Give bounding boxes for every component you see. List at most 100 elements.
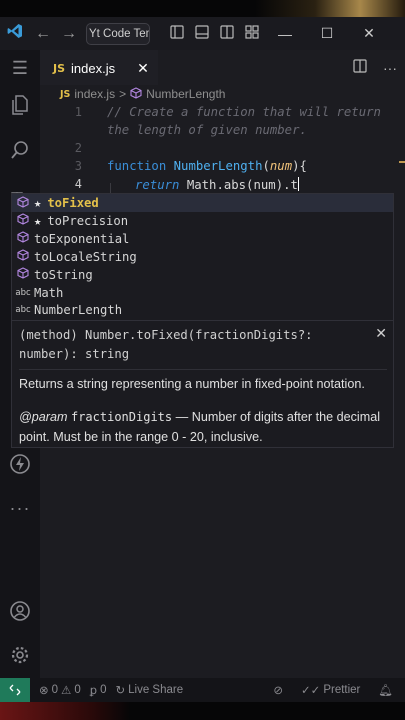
suggestion-details: (method) Number.toFixed(fractionDigits?:… [11,320,394,448]
close-details-icon[interactable]: ✕ [375,325,387,342]
member-access: ).t [275,178,298,192]
error-icon: ⊗ [39,685,49,697]
suggestion-label: NumberLength [34,303,123,318]
js-file-icon: JS [60,88,71,100]
tab-index-js[interactable]: JS index.js ✕ [40,50,158,85]
math-abs-call: Math.abs( [179,178,254,192]
editor-actions: ··· [353,50,397,85]
param-name: fractionDigits [70,410,173,424]
param-num: num [269,159,293,173]
details-divider [19,369,387,370]
tab-label: index.js [71,60,116,76]
star-icon: ★ [34,213,42,228]
vscode-logo-icon [0,23,30,44]
arrow-right-icon[interactable]: → [56,25,82,43]
status-bar: ⊗ 0 ⚠ 0 ꝑ 0 ↻ Live Share ⊘ ✓✓ Prettier 🔔… [0,678,405,702]
overview-ruler-marker [399,161,405,163]
suggestion-item[interactable]: abc NumberLength [12,301,393,319]
method-signature: (method) Number.toFixed(fractionDigits?:… [19,328,313,361]
line-number: 4 [74,177,82,191]
warning-icon: ⚠ [61,685,72,697]
background-decoration [0,702,130,720]
line-number: 2 [74,141,82,155]
suggestion-label: toString [34,267,93,282]
live-share-label: Live Share [128,684,184,696]
suggestion-widget[interactable]: ★ toFixed ★ toPrecision toExponential toLocal… [11,193,394,320]
thunder-client-icon[interactable] [0,453,40,480]
more-actions-icon[interactable]: ··· [383,60,397,76]
editor-tabs: JS index.js ✕ ··· [40,50,405,85]
problems-indicator[interactable]: ⊗ 0 ⚠ 0 [39,683,81,697]
code-comment-line: // Create a function that will return [107,105,381,119]
prettier-label: Prettier [323,684,361,696]
suggestion-item[interactable]: ★ toPrecision [12,212,393,230]
suggestion-item[interactable]: toString [12,266,393,284]
toggle-panel-icon[interactable] [189,25,214,42]
function-name: NumberLength [173,159,263,173]
toggle-primary-sidebar-icon[interactable] [164,25,189,42]
breadcrumb-separator: > [119,87,127,101]
live-share-icon: ↻ [115,685,126,697]
ports-count: 0 [100,684,107,696]
suggestion-label: Math [34,285,64,300]
radio-tower-icon: ꝑ [89,685,98,697]
arrow-left-icon[interactable]: ← [30,25,56,43]
suggestion-label: toPrecision [47,213,129,228]
error-count: 0 [51,684,59,696]
star-icon: ★ [34,196,42,210]
suggestion-item[interactable]: toLocaleString [12,248,393,266]
explorer-icon[interactable] [0,94,40,121]
suggestion-label: toExponential [34,231,130,246]
line-number: 3 [74,159,82,173]
search-icon[interactable] [0,140,40,165]
suggestion-label: toFixed [47,196,99,210]
breadcrumb-file[interactable]: index.js [74,87,115,101]
remote-indicator-icon[interactable] [0,678,30,702]
warning-count: 0 [74,684,81,696]
copilot-icon[interactable]: ⊘ [273,683,283,697]
close-tab-icon[interactable]: ✕ [137,60,149,77]
ports-indicator[interactable]: ꝑ 0 [90,683,107,697]
arg-num: num [253,178,276,192]
menu-icon[interactable]: ☰ [0,58,40,79]
minimize-icon[interactable]: — [264,26,306,42]
background-decoration [255,0,405,17]
code-comment-wrap: the length of given number. [107,123,307,137]
customize-layout-icon[interactable] [239,25,264,42]
param-doc: @param fractionDigits — Number of digits… [19,407,391,447]
prettier-status[interactable]: ✓✓ Prettier [301,683,360,697]
text-cursor [297,177,300,191]
suggestion-item[interactable]: toExponential [12,230,393,248]
split-editor-icon[interactable] [353,59,367,76]
more-icon[interactable]: ··· [0,498,40,519]
open-paren: ( [262,159,270,173]
breadcrumb-symbol[interactable]: NumberLength [146,87,225,101]
account-icon[interactable] [0,600,40,627]
method-cube-icon [12,249,34,264]
suggestion-item[interactable]: ★ toFixed [12,194,393,212]
command-center-search[interactable]: Yt Code Temp [86,22,150,45]
live-share-button[interactable]: ↻ Live Share [115,683,183,697]
method-cube-icon [130,86,142,102]
close-icon[interactable]: ✕ [348,25,390,42]
double-check-icon: ✓✓ [301,685,321,697]
method-cube-icon [12,267,34,282]
suggestion-item[interactable]: abc Math [12,284,393,302]
text-abc-icon: abc [15,305,31,316]
settings-gear-icon[interactable] [0,645,40,670]
line-number: 1 [74,105,82,119]
method-cube-icon [12,213,34,228]
title-bar: ← → Yt Code Temp — ☐ ✕ [0,17,405,50]
notifications-bell-icon[interactable]: 🔔︎ [378,683,393,697]
js-file-icon: JS [53,61,66,75]
code-line-function: function NumberLength(num){ [107,159,307,173]
toggle-secondary-sidebar-icon[interactable] [214,25,239,42]
method-description: Returns a string representing a number i… [19,377,365,391]
breadcrumb: JS index.js > NumberLength [40,85,405,103]
method-cube-icon [12,195,34,211]
method-cube-icon [12,231,34,246]
text-abc-icon: abc [15,287,31,298]
keyword-function: function [107,159,167,173]
maximize-icon[interactable]: ☐ [306,25,348,42]
close-paren-brace: ){ [292,159,307,173]
